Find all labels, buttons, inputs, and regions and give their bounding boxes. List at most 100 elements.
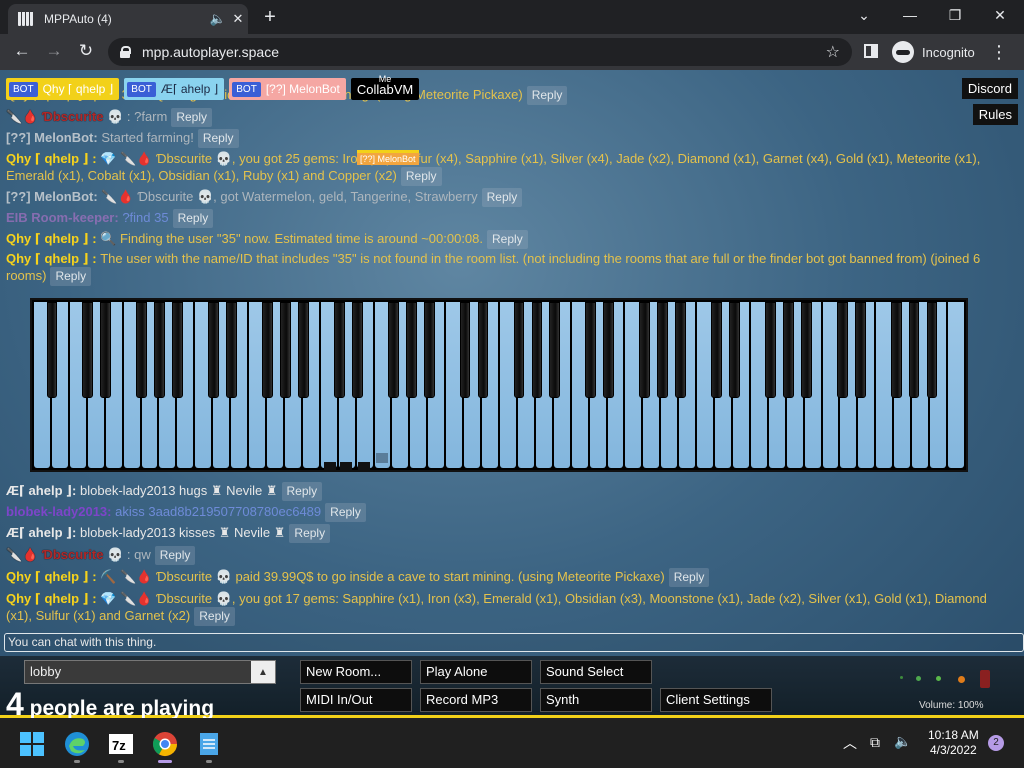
- volume-icon[interactable]: 🔈: [894, 733, 911, 750]
- piano-white-key[interactable]: [643, 302, 660, 468]
- piano-white-key[interactable]: [105, 302, 122, 468]
- synth-button[interactable]: Synth: [540, 688, 652, 712]
- browser-tab[interactable]: MPPAuto (4) 🔈 ✕: [8, 4, 248, 34]
- piano-white-key[interactable]: [266, 302, 283, 468]
- piano-white-key[interactable]: [553, 302, 570, 468]
- piano-white-key[interactable]: [804, 302, 821, 468]
- piano-white-key[interactable]: [930, 302, 947, 468]
- piano-white-key[interactable]: [51, 302, 68, 468]
- piano-white-key[interactable]: [625, 302, 642, 468]
- close-window-button[interactable]: ✕: [982, 4, 1018, 26]
- piano-white-key[interactable]: [87, 302, 104, 468]
- clock[interactable]: 10:18 AM 4/3/2022: [928, 728, 979, 758]
- piano-white-key[interactable]: [69, 302, 86, 468]
- minimize-button[interactable]: —: [892, 4, 928, 26]
- chat-author[interactable]: Æ⌈ ahelp ⌋:: [6, 525, 76, 540]
- piano-white-key[interactable]: [302, 302, 319, 468]
- rules-button[interactable]: Rules: [972, 104, 1018, 125]
- menu-icon[interactable]: ⋮: [990, 42, 1008, 63]
- reply-button[interactable]: Reply: [289, 524, 331, 543]
- piano-white-key[interactable]: [356, 302, 373, 468]
- chevron-up-icon[interactable]: ▲: [251, 661, 275, 683]
- room-select[interactable]: lobby ▲: [24, 660, 276, 684]
- bookmark-star-icon[interactable]: ☆: [826, 42, 840, 62]
- reply-button[interactable]: Reply: [50, 267, 92, 286]
- piano-white-key[interactable]: [141, 302, 158, 468]
- reply-button[interactable]: Reply: [172, 209, 214, 228]
- chat-author[interactable]: Qhy ⌈ qhelp ⌋ :: [6, 591, 97, 606]
- chat-author[interactable]: 🔪🩸 Ɗbscurite: [6, 547, 103, 562]
- chat-author[interactable]: [??] MelonBot:: [6, 130, 98, 145]
- piano-white-key[interactable]: [876, 302, 893, 468]
- piano-white-key[interactable]: [446, 302, 463, 468]
- incognito-indicator[interactable]: Incognito: [892, 41, 975, 63]
- piano-white-key[interactable]: [858, 302, 875, 468]
- tab-close-icon[interactable]: ✕: [228, 11, 248, 27]
- piano-white-key[interactable]: [948, 302, 964, 468]
- 7zip-icon[interactable]: 7z: [107, 730, 135, 758]
- reply-button[interactable]: Reply: [487, 230, 528, 249]
- piano-white-key[interactable]: [894, 302, 911, 468]
- piano-white-key[interactable]: [123, 302, 140, 468]
- piano-white-key[interactable]: [177, 302, 194, 468]
- chat-author[interactable]: Qhy ⌈ qhelp ⌋ :: [6, 569, 97, 584]
- reply-button[interactable]: Reply: [481, 188, 523, 207]
- windows-start-icon[interactable]: [18, 730, 46, 758]
- piano-white-key[interactable]: [750, 302, 767, 468]
- piano-white-key[interactable]: [661, 302, 678, 468]
- piano-white-key[interactable]: [320, 302, 337, 468]
- sound-select-button[interactable]: Sound Select: [540, 660, 652, 684]
- user-badge-me[interactable]: Me CollabVM: [350, 74, 420, 100]
- notification-badge[interactable]: 2: [988, 735, 1004, 751]
- piano-white-key[interactable]: [571, 302, 588, 468]
- piano-white-key[interactable]: [679, 302, 696, 468]
- piano-keyboard[interactable]: [30, 298, 968, 472]
- lock-icon[interactable]: [120, 46, 131, 58]
- reload-button[interactable]: ↻: [74, 41, 98, 61]
- piano-white-key[interactable]: [732, 302, 749, 468]
- piano-white-key[interactable]: [607, 302, 624, 468]
- side-panel-icon[interactable]: [864, 44, 878, 58]
- piano-white-key[interactable]: [912, 302, 929, 468]
- user-badge[interactable]: BOT [??] MelonBot: [229, 78, 346, 100]
- piano-white-key[interactable]: [249, 302, 265, 468]
- reply-button[interactable]: Reply: [194, 607, 235, 626]
- reply-button[interactable]: Reply: [197, 129, 239, 148]
- piano-white-key[interactable]: [517, 302, 534, 468]
- chat-author[interactable]: Qhy ⌈ qhelp ⌋ :: [6, 251, 97, 266]
- midi-button[interactable]: MIDI In/Out: [300, 688, 412, 712]
- new-tab-button[interactable]: +: [258, 6, 282, 29]
- chat-author[interactable]: EIB Room-keeper:: [6, 210, 119, 225]
- play-alone-button[interactable]: Play Alone: [420, 660, 532, 684]
- piano-white-key[interactable]: [589, 302, 606, 468]
- piano-white-key[interactable]: [410, 302, 427, 468]
- network-icon[interactable]: ⧉: [870, 734, 880, 751]
- piano-white-key[interactable]: [464, 302, 481, 468]
- speaker-icon[interactable]: 🔈: [208, 11, 228, 27]
- piano-white-key[interactable]: [374, 302, 391, 468]
- piano-white-key[interactable]: [482, 302, 498, 468]
- piano-white-key[interactable]: [284, 302, 301, 468]
- chevron-up-icon[interactable]: ︿: [843, 733, 857, 753]
- reply-button[interactable]: Reply: [325, 503, 366, 522]
- piano-white-key[interactable]: [159, 302, 176, 468]
- piano-white-key[interactable]: [428, 302, 445, 468]
- forward-button[interactable]: →: [42, 41, 66, 61]
- chrome-icon[interactable]: [151, 730, 179, 758]
- piano-white-key[interactable]: [840, 302, 857, 468]
- piano-white-key[interactable]: [34, 302, 50, 468]
- chat-author[interactable]: Qhy ⌈ qhelp ⌋ :: [6, 151, 97, 166]
- piano-white-key[interactable]: [768, 302, 785, 468]
- piano-white-key[interactable]: [697, 302, 714, 468]
- piano-white-key[interactable]: [786, 302, 803, 468]
- address-bar[interactable]: mpp.autoplayer.space ☆: [108, 38, 852, 66]
- back-button[interactable]: ←: [10, 41, 34, 61]
- chat-input[interactable]: You can chat with this thing.: [4, 633, 1024, 652]
- restore-button[interactable]: ❐: [937, 4, 973, 26]
- chat-author[interactable]: Qhy ⌈ qhelp ⌋ :: [6, 231, 97, 246]
- chat-author[interactable]: [??] MelonBot:: [6, 189, 98, 204]
- piano-white-key[interactable]: [213, 302, 230, 468]
- piano-white-key[interactable]: [822, 302, 839, 468]
- chat-author[interactable]: Æ⌈ ahelp ⌋:: [6, 483, 76, 498]
- notepad-icon[interactable]: [195, 730, 223, 758]
